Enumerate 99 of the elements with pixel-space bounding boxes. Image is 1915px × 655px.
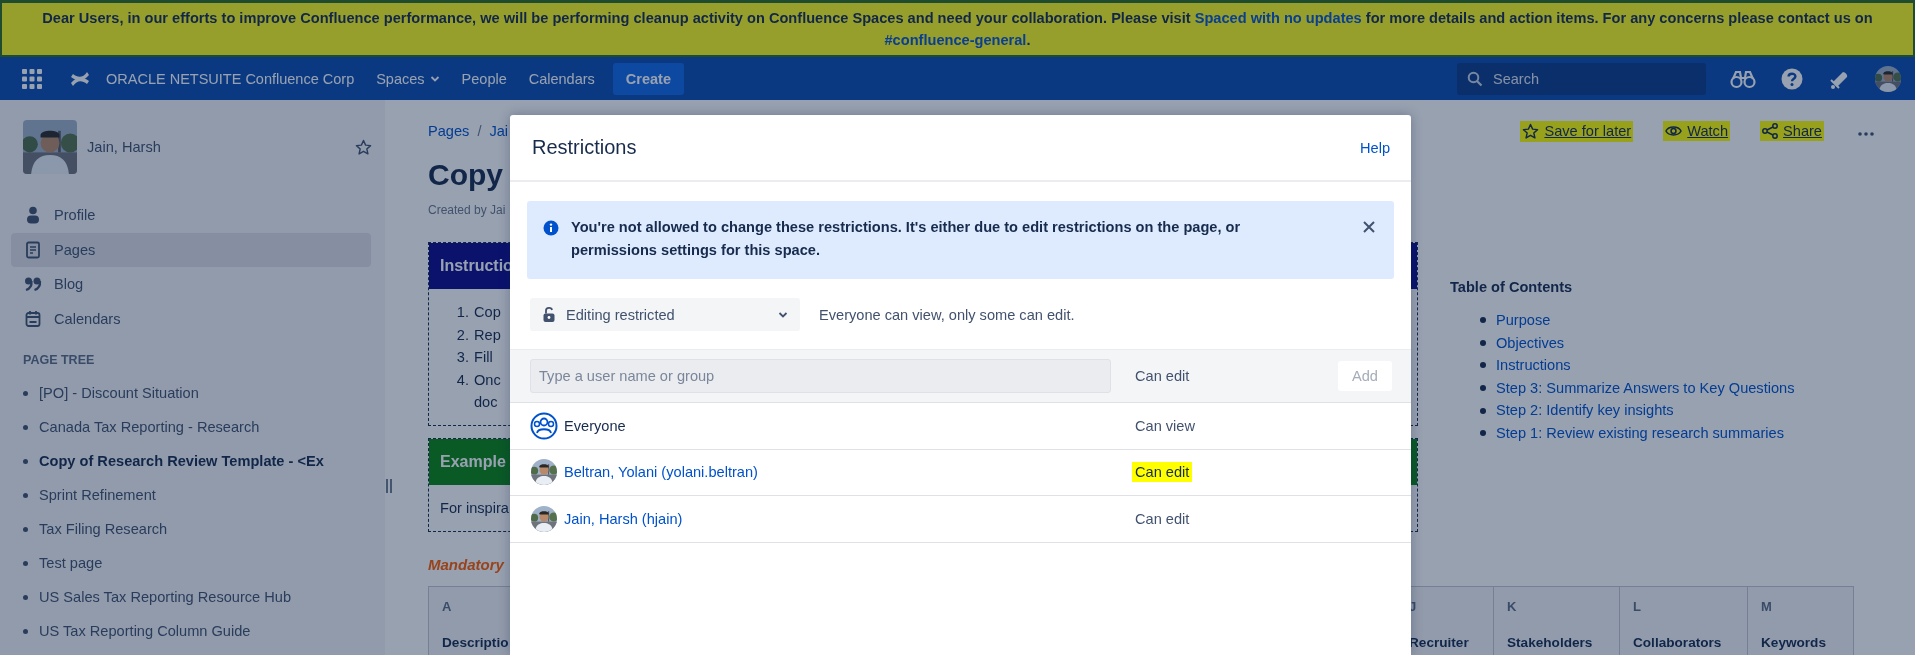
toc-title: Table of Contents: [1450, 278, 1574, 297]
permission-text: Can edit: [1134, 509, 1191, 529]
panel-text: For inspira: [440, 499, 509, 516]
list-number: 1.: [455, 303, 469, 322]
mandatory-label: Mandatory: [428, 554, 506, 575]
column-header: K Stakeholders: [1493, 586, 1620, 655]
sidebar-item[interactable]: Profile: [11, 198, 371, 233]
nav-link[interactable]: People: [461, 70, 507, 87]
nav-link[interactable]: Calendars: [528, 70, 595, 87]
announcement-text: Dear Users, in our efforts to improve Confluence performance, we will be performing cleanup activity on Confluence Spaces and need your collaboration. Please visit Spaced with no updates for more details and action items. For any concerns please contact us on #confluence-general.: [41, 9, 1874, 50]
list-number: 2.: [455, 325, 469, 345]
toc-link[interactable]: Purpose: [1496, 309, 1551, 332]
bullet-icon: [23, 526, 28, 532]
permission-text[interactable]: Can edit: [1135, 368, 1190, 384]
breadcrumb-link[interactable]: Jai: [489, 121, 509, 141]
group-icon: [530, 411, 558, 440]
close-icon[interactable]: [1362, 220, 1376, 234]
bullet-icon: [1480, 430, 1486, 437]
bullet-icon: [23, 594, 28, 600]
calendar-icon[interactable]: [24, 309, 42, 328]
unlocked-padlock-icon: [542, 306, 556, 323]
action-link[interactable]: Share: [1760, 121, 1824, 141]
link[interactable]: Spaced with no updates: [1194, 10, 1362, 26]
permission-text: Can edit: [1132, 462, 1193, 483]
bullet-icon: [1480, 317, 1486, 324]
bullet-icon: [23, 424, 28, 430]
star-icon[interactable]: [1522, 122, 1540, 140]
more-icon[interactable]: [1858, 131, 1874, 136]
bullet-icon: [1480, 339, 1486, 346]
list-item-text: Rep: [474, 325, 501, 345]
person-icon[interactable]: [24, 206, 42, 225]
page-tree-item[interactable]: Copy of Research Review Template - <Ex: [39, 453, 324, 469]
action-link[interactable]: Watch: [1663, 121, 1731, 141]
bullet-icon: [23, 628, 28, 634]
toc-link[interactable]: Instructions: [1496, 354, 1571, 377]
bullet-icon: [1480, 385, 1486, 392]
page-tree-item[interactable]: Sprint Refinement: [39, 487, 156, 503]
breadcrumb-separator: /: [477, 122, 482, 141]
bullet-icon: [23, 390, 28, 396]
bullet-icon: [1480, 407, 1486, 414]
bullet-icon: [23, 560, 28, 566]
page-tree-item[interactable]: Canada Tax Reporting - Research: [39, 419, 260, 435]
user-link[interactable]: Beltran, Yolani (yolani.beltran): [564, 464, 1135, 481]
binoculars-icon[interactable]: [1730, 68, 1756, 89]
dialog-title: Restrictions: [532, 136, 637, 159]
list-item-text: doc: [474, 393, 498, 412]
help-icon[interactable]: [1781, 67, 1803, 90]
permission-text: Can view: [1134, 416, 1197, 436]
site-name[interactable]: ORACLE NETSUITE Confluence Corp: [106, 70, 355, 87]
star-icon[interactable]: [355, 138, 372, 156]
list-number: 4.: [455, 370, 469, 390]
action-link[interactable]: Save for later: [1520, 120, 1634, 142]
page-tree-item[interactable]: Tax Filing Research: [39, 521, 168, 537]
page-icon[interactable]: [24, 240, 42, 259]
page-title: Copy: [428, 157, 504, 193]
page-tree-item[interactable]: US Tax Reporting Column Guide: [39, 623, 251, 639]
column-header: M Keywords: [1747, 586, 1854, 655]
page-tree-item[interactable]: US Sales Tax Reporting Resource Hub: [39, 589, 291, 605]
byline: Created by Jai: [428, 202, 507, 219]
info-text: You're not allowed to change these restrictions. It's either due to edit restrictions on the page, or permissions settings for this space.: [571, 218, 1242, 260]
list-item-text: Onc: [474, 370, 501, 390]
toc-link[interactable]: Step 3: Summarize Answers to Key Questions: [1496, 376, 1795, 400]
bullet-icon: [23, 492, 28, 498]
page-tree-item[interactable]: [PO] - Discount Situation: [39, 385, 199, 401]
search-icon: [1467, 70, 1483, 87]
info-icon: [543, 220, 559, 236]
panel-heading: Instructio: [440, 257, 513, 275]
toc-link[interactable]: Step 2: Identify key insights: [1496, 399, 1674, 422]
list-item-text: Fill: [474, 348, 493, 367]
sidebar-item[interactable]: Blog: [11, 267, 371, 302]
create-button[interactable]: Create: [612, 62, 684, 95]
bullet-icon: [1480, 362, 1486, 369]
toc-link[interactable]: Objectives: [1496, 331, 1565, 355]
breadcrumb-link[interactable]: Pages: [428, 121, 470, 141]
restriction-dropdown[interactable]: Editing restricted: [530, 298, 800, 331]
search-field[interactable]: Search: [1457, 62, 1706, 95]
eye-icon: [1665, 124, 1683, 138]
resize-handle-icon[interactable]: [386, 478, 392, 494]
toc-link[interactable]: Step 1: Review existing research summaries: [1496, 421, 1784, 445]
app-switcher-icon[interactable]: [22, 68, 42, 89]
user-link[interactable]: Jain, Harsh (hjain): [564, 510, 1135, 527]
group-name: Everyone: [564, 417, 627, 434]
sidebar-item[interactable]: Calendars: [11, 301, 371, 336]
column-header: L Collaborators: [1619, 586, 1748, 655]
section-heading: PAGE TREE: [23, 352, 96, 369]
list-number: 3.: [455, 348, 469, 367]
quote-icon[interactable]: [24, 276, 42, 293]
share-icon: [1762, 123, 1779, 139]
help-link[interactable]: Help: [1360, 139, 1390, 156]
nav-dropdown[interactable]: Spaces: [376, 70, 440, 87]
restriction-description: Everyone can view, only some can edit.: [819, 306, 1075, 323]
link[interactable]: #confluence-general: [884, 32, 1027, 48]
user-name: Jain, Harsh: [87, 139, 162, 155]
bullet-icon: [23, 458, 28, 464]
panel-heading: Example: [440, 452, 506, 471]
list-item-text: Cop: [474, 303, 501, 322]
page-tree-item[interactable]: Test page: [39, 555, 103, 571]
sidebar-item[interactable]: Pages: [11, 232, 371, 267]
user-search-field[interactable]: Type a user name or group: [530, 359, 1111, 393]
